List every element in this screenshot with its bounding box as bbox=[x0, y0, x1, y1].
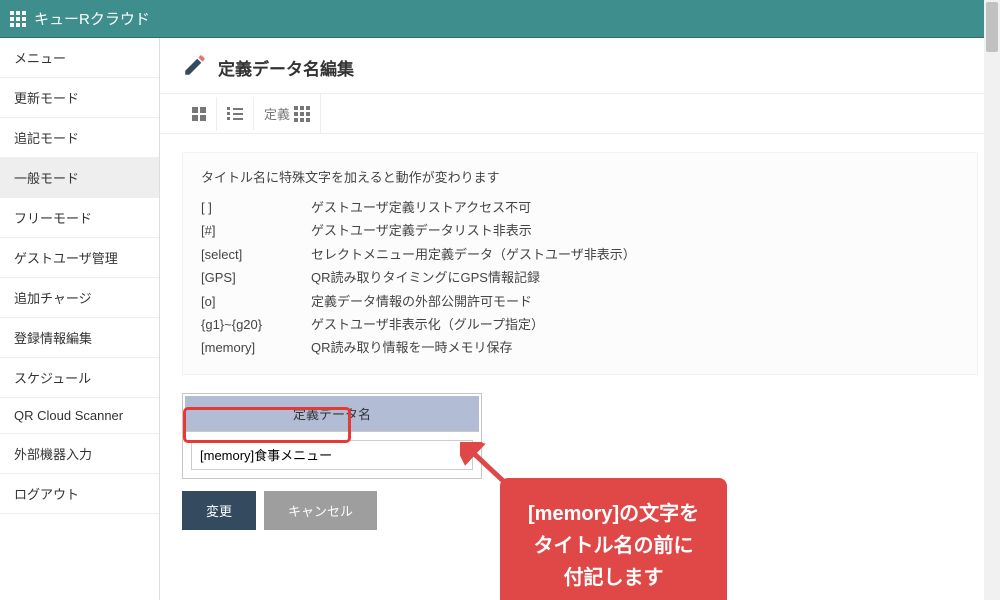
definition-name-header: 定義データ名 bbox=[185, 396, 479, 432]
grid-icon bbox=[192, 107, 206, 121]
help-text: QR読み取りタイミングにGPS情報記録 bbox=[311, 266, 540, 289]
sidebar-item-update-mode[interactable]: 更新モード bbox=[0, 78, 159, 118]
pencil-icon bbox=[182, 52, 208, 83]
help-panel: タイトル名に特殊文字を加えると動作が変わります [ ] ゲストユーザ定義リストアク… bbox=[182, 152, 978, 375]
list-icon bbox=[227, 107, 243, 120]
callout-line: [memory]の文字を bbox=[528, 498, 699, 530]
sidebar-item-general-mode[interactable]: 一般モード bbox=[0, 158, 159, 198]
help-key: [GPS] bbox=[201, 266, 297, 289]
sidebar-item-external-input[interactable]: 外部機器入力 bbox=[0, 434, 159, 474]
sidebar-item-menu[interactable]: メニュー bbox=[0, 38, 159, 78]
help-text: ゲストユーザ非表示化（グループ指定） bbox=[311, 313, 544, 336]
view-toolbar: 定義 bbox=[160, 93, 1000, 134]
help-key: [o] bbox=[201, 290, 297, 313]
sidebar-item-qr-scanner[interactable]: QR Cloud Scanner bbox=[0, 398, 159, 434]
help-text: QR読み取り情報を一時メモリ保存 bbox=[311, 336, 513, 359]
help-text: ゲストユーザ定義リストアクセス不可 bbox=[311, 196, 531, 219]
sidebar: メニュー 更新モード 追記モード 一般モード フリーモード ゲストユーザ管理 追… bbox=[0, 38, 160, 600]
help-key: [ ] bbox=[201, 196, 297, 219]
top-bar: キューRクラウド bbox=[0, 0, 1000, 38]
scrollbar-thumb[interactable] bbox=[986, 2, 998, 52]
annotation-callout: [memory]の文字を タイトル名の前に 付記します bbox=[500, 478, 727, 600]
scrollbar-track[interactable] bbox=[984, 0, 1000, 600]
app-menu-icon[interactable] bbox=[10, 11, 26, 27]
sidebar-item-guest-user[interactable]: ゲストユーザ管理 bbox=[0, 238, 159, 278]
submit-button[interactable]: 変更 bbox=[182, 491, 256, 530]
help-text: 定義データ情報の外部公開許可モード bbox=[311, 290, 532, 313]
definition-form: 定義データ名 bbox=[182, 393, 482, 479]
sidebar-item-logout[interactable]: ログアウト bbox=[0, 474, 159, 514]
main-content: 定義データ名編集 定義 タイトル名に特殊文字を加えると動作が変わります [ ] ゲ… bbox=[160, 38, 1000, 600]
page-title: 定義データ名編集 bbox=[218, 55, 354, 80]
sidebar-item-append-mode[interactable]: 追記モード bbox=[0, 118, 159, 158]
help-key: [select] bbox=[201, 243, 297, 266]
definition-label: 定義 bbox=[264, 104, 290, 123]
sidebar-item-schedule[interactable]: スケジュール bbox=[0, 358, 159, 398]
help-description: タイトル名に特殊文字を加えると動作が変わります bbox=[201, 167, 959, 186]
callout-line: タイトル名の前に bbox=[528, 530, 699, 562]
cancel-button[interactable]: キャンセル bbox=[264, 491, 377, 530]
sidebar-item-free-mode[interactable]: フリーモード bbox=[0, 198, 159, 238]
view-list-button[interactable] bbox=[217, 97, 254, 130]
app-title: キューRクラウド bbox=[34, 8, 150, 29]
help-key: {g1}~{g20} bbox=[201, 313, 297, 336]
sidebar-item-registration[interactable]: 登録情報編集 bbox=[0, 318, 159, 358]
view-grid-button[interactable] bbox=[182, 97, 217, 131]
help-text: セレクトメニュー用定義データ（ゲストユーザ非表示） bbox=[311, 243, 636, 266]
help-key: [#] bbox=[201, 219, 297, 242]
definition-name-input[interactable] bbox=[191, 440, 473, 470]
help-text: ゲストユーザ定義データリスト非表示 bbox=[311, 219, 532, 242]
sidebar-item-charge[interactable]: 追加チャージ bbox=[0, 278, 159, 318]
callout-line: 付記します bbox=[528, 562, 699, 594]
view-definition-button[interactable]: 定義 bbox=[254, 94, 321, 133]
grid-dots-icon bbox=[294, 106, 310, 122]
help-key: [memory] bbox=[201, 336, 297, 359]
